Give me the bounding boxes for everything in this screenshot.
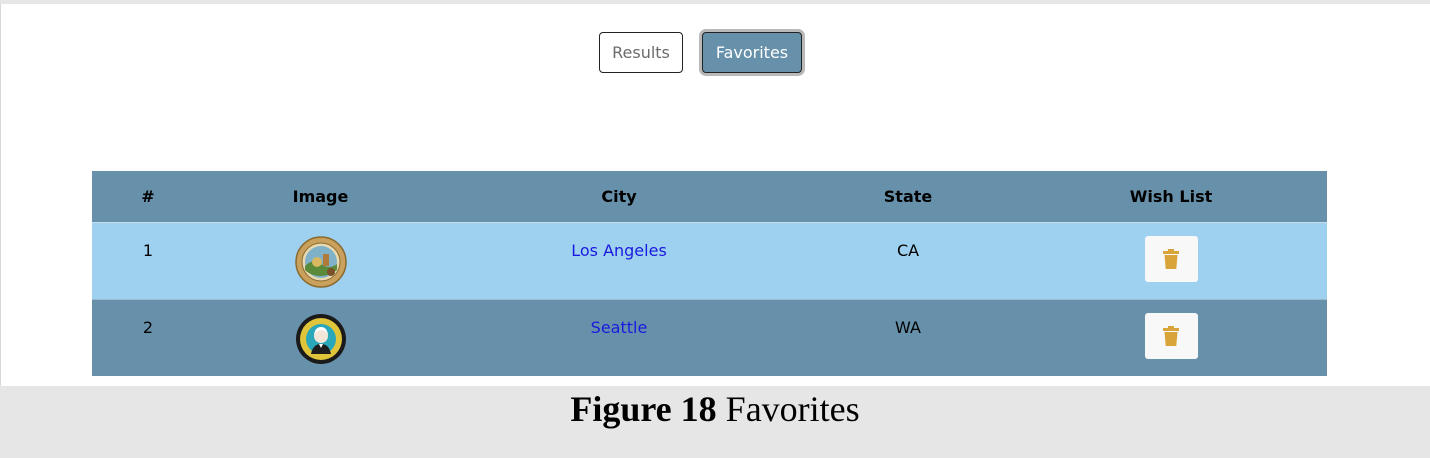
row-wishlist-cell	[1015, 298, 1327, 376]
row-wishlist-cell	[1015, 221, 1327, 299]
row-index: 1	[142, 240, 154, 260]
washington-seal-icon	[295, 313, 346, 364]
row-image-cell	[204, 298, 437, 376]
row-image-cell	[204, 221, 437, 299]
row-state-cell: CA	[801, 221, 1015, 299]
row-index: 2	[142, 317, 154, 337]
california-seal-icon	[294, 235, 347, 288]
header-city: City	[437, 171, 801, 222]
city-link[interactable]: Seattle	[591, 318, 648, 337]
remove-favorite-button[interactable]	[1144, 235, 1198, 282]
row-state: CA	[896, 240, 920, 260]
figure-text: Favorites	[725, 389, 860, 429]
row-city-cell: Los Angeles	[437, 221, 801, 299]
row-state-cell: WA	[801, 298, 1015, 376]
header-image: Image	[204, 171, 437, 222]
figure-label: Figure 18	[570, 389, 717, 429]
table-row: 1 Los Angeles CA	[92, 221, 1327, 299]
table-row: 2 Seattle WA	[92, 298, 1327, 376]
row-city-cell: Seattle	[437, 298, 801, 376]
figure-caption: Figure 18 Favorites	[0, 387, 1430, 431]
results-button[interactable]: Results	[599, 32, 683, 73]
favorites-button[interactable]: Favorites	[702, 32, 802, 73]
favorites-table: # Image City State Wish List 1 Los Angel…	[92, 171, 1327, 376]
table-header-row: # Image City State Wish List	[92, 171, 1327, 222]
row-index-cell: 2	[92, 298, 204, 376]
row-index-cell: 1	[92, 221, 204, 299]
row-state: WA	[895, 317, 921, 337]
header-state: State	[801, 171, 1015, 222]
header-index: #	[92, 171, 204, 222]
trash-icon	[1163, 325, 1179, 346]
header-wish-list: Wish List	[1015, 171, 1327, 222]
trash-icon	[1163, 248, 1179, 269]
remove-favorite-button[interactable]	[1144, 312, 1198, 359]
city-link[interactable]: Los Angeles	[571, 241, 667, 260]
